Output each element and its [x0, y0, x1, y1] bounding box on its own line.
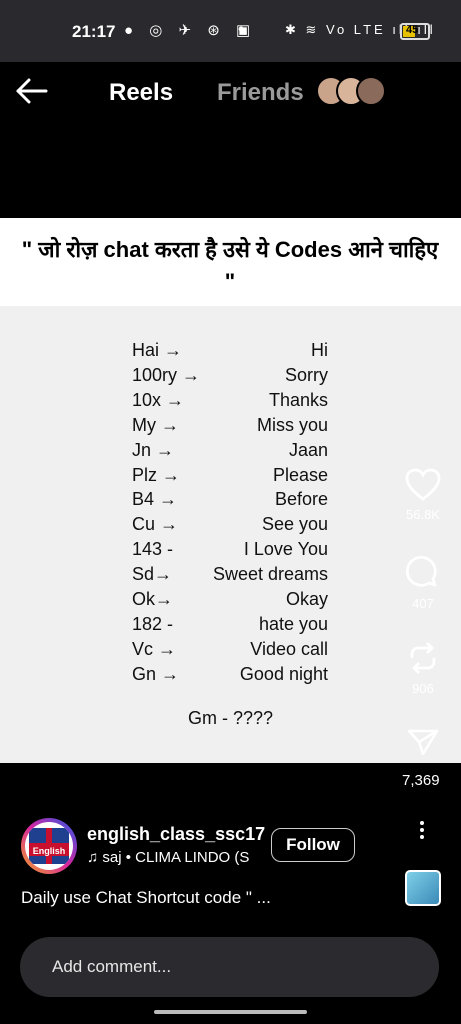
code-key: Jn → — [132, 439, 175, 460]
music-info[interactable]: ♫ saj • CLIMA LINDO (S — [87, 849, 257, 866]
code-value: Thanks — [268, 389, 328, 410]
battery-icon: 45 — [400, 23, 430, 40]
tab-reels[interactable]: Reels — [109, 79, 173, 107]
friend-avatars[interactable] — [316, 76, 386, 106]
code-key: Hai → — [132, 340, 183, 360]
code-row: 100ry → Sorry — [0, 365, 461, 390]
username[interactable]: english_class_ssc17 — [87, 824, 265, 845]
code-value: Sorry — [284, 364, 328, 385]
more-options-icon[interactable] — [414, 818, 430, 842]
code-row: B4 → Before — [0, 489, 461, 514]
code-value: Jaan — [288, 439, 328, 460]
like-count: 56.8K — [406, 507, 440, 522]
code-key: Plz → — [132, 464, 181, 485]
code-row: 182 - hate you — [0, 614, 461, 639]
remix-action[interactable]: 906 — [400, 640, 446, 696]
code-value: hate you — [258, 613, 328, 634]
remix-icon[interactable] — [406, 640, 440, 676]
reel-video[interactable]: " जो रोज़ chat करता है उसे ये Codes आने … — [0, 218, 461, 763]
code-value: Sweet dreams — [212, 564, 328, 585]
code-key: My → — [132, 414, 179, 435]
top-bar: Reels Friends — [0, 62, 461, 122]
code-row: Vc → Video call — [0, 639, 461, 664]
code-value: Okay — [285, 589, 328, 609]
share-count: 7,369 — [402, 772, 440, 789]
battery-level: 45 — [406, 24, 419, 36]
gesture-bar[interactable] — [154, 1010, 307, 1014]
code-row: Plz → Please — [0, 465, 461, 490]
remix-count: 906 — [412, 681, 434, 696]
code-key: Ok→ — [132, 589, 174, 609]
code-value: Video call — [250, 638, 328, 659]
status-bar: 21:17 ● ◎ ✈ ⊛ ▣ • ✱ ≋ Vo LTE ıll ıll 45 — [0, 0, 461, 62]
reel-header: " जो रोज़ chat करता है उसे ये Codes आने … — [0, 218, 461, 306]
code-value: Please — [272, 464, 328, 485]
music-note-icon: ♫ — [87, 849, 103, 866]
audio-thumbnail[interactable] — [405, 870, 441, 906]
code-key: Gn → — [132, 663, 180, 684]
comment-input[interactable]: Add comment... — [20, 937, 439, 997]
code-row: Ok→ Okay — [0, 589, 461, 614]
code-key: 182 - — [132, 613, 174, 634]
comment-bubble-icon[interactable] — [405, 555, 441, 591]
like-action[interactable]: 56.8K — [400, 468, 446, 522]
code-value: Before — [274, 489, 328, 510]
notification-dot-icon: • — [238, 19, 245, 39]
comment-placeholder: Add comment... — [52, 957, 172, 976]
code-row: My → Miss you — [0, 415, 461, 440]
code-key: 143 - — [132, 539, 174, 560]
code-key: B4 → — [132, 489, 178, 510]
code-row: Hai → Hi — [0, 340, 461, 365]
status-time: 21:17 — [72, 22, 116, 41]
code-row: 143 - I Love You — [0, 539, 461, 564]
code-row: Jn → Jaan — [0, 440, 461, 465]
code-value: Miss you — [256, 414, 328, 435]
follow-button[interactable]: Follow — [271, 828, 355, 862]
post-caption[interactable]: Daily use Chat Shortcut code " ... — [21, 888, 271, 908]
profile-label: English — [29, 846, 69, 856]
code-key: Sd→ — [132, 564, 173, 585]
code-row: Cu → See you — [0, 514, 461, 539]
share-action[interactable] — [400, 727, 446, 762]
send-icon[interactable] — [406, 727, 440, 757]
code-value: See you — [261, 514, 328, 535]
code-value: Hi — [311, 340, 328, 360]
comment-count: 407 — [412, 596, 434, 611]
notification-icons: ● ◎ ✈ ⊛ ▣ — [124, 22, 257, 39]
back-arrow-icon[interactable] — [14, 76, 50, 106]
friend-avatar — [356, 76, 386, 106]
reel-footer-text: Gm - ???? — [188, 708, 274, 728]
code-key: Vc → — [132, 638, 177, 659]
code-key: 10x → — [132, 389, 185, 410]
code-row: Gn → Good night — [0, 664, 461, 689]
profile-avatar[interactable]: English — [21, 818, 77, 874]
reel-title: " जो रोज़ chat करता है उसे ये Codes आने … — [21, 237, 439, 294]
music-label: saj • CLIMA LINDO (S — [102, 849, 250, 866]
tab-friends[interactable]: Friends — [217, 79, 304, 107]
code-row: 10x → Thanks — [0, 390, 461, 415]
heart-icon[interactable] — [405, 468, 441, 502]
code-value: I Love You — [243, 539, 328, 560]
code-key: 100ry → — [132, 364, 201, 385]
code-key: Cu → — [132, 514, 179, 535]
code-row: Sd→ Sweet dreams — [0, 564, 461, 589]
comment-action[interactable]: 407 — [400, 555, 446, 611]
code-value: Good night — [239, 663, 328, 684]
